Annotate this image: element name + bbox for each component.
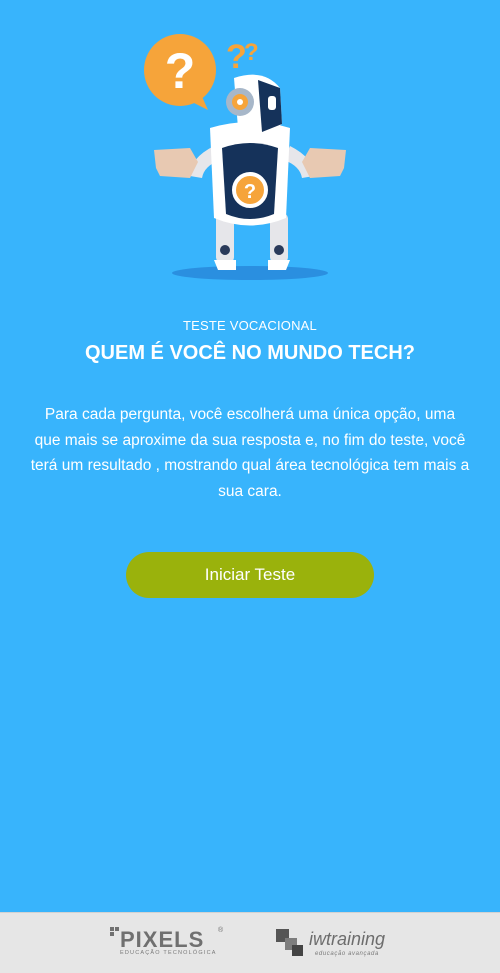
page-subtitle: TESTE VOCACIONAL xyxy=(183,318,317,333)
svg-text:?: ? xyxy=(244,39,259,66)
svg-text:?: ? xyxy=(165,43,196,99)
iwtraining-logo-mark-icon xyxy=(276,929,303,956)
footer: PIXELS ® EDUCAÇÃO TECNOLÓGICA iwtraining… xyxy=(0,912,500,973)
question-speech-bubble-icon: ? xyxy=(144,34,216,110)
pixels-logo: PIXELS ® EDUCAÇÃO TECNOLÓGICA xyxy=(110,925,228,959)
intro-description: Para cada pergunta, você escolherá uma ú… xyxy=(30,406,470,500)
svg-text:?: ? xyxy=(244,181,256,203)
pixels-logo-tagline: EDUCAÇÃO TECNOLÓGICA xyxy=(120,950,217,956)
iwtraining-logo: iwtraining educação avançada xyxy=(275,924,393,960)
start-test-button[interactable]: Iniciar Teste xyxy=(126,552,374,598)
iwtraining-logo-tagline: educação avançada xyxy=(315,951,379,957)
page-title: QUEM É VOCÊ NO MUNDO TECH? xyxy=(84,342,415,364)
pixels-registered-mark: ® xyxy=(218,927,224,934)
iwtraining-logo-name: iwtraining xyxy=(309,929,386,949)
robot-illustration: ? ? ? ? xyxy=(130,28,370,288)
